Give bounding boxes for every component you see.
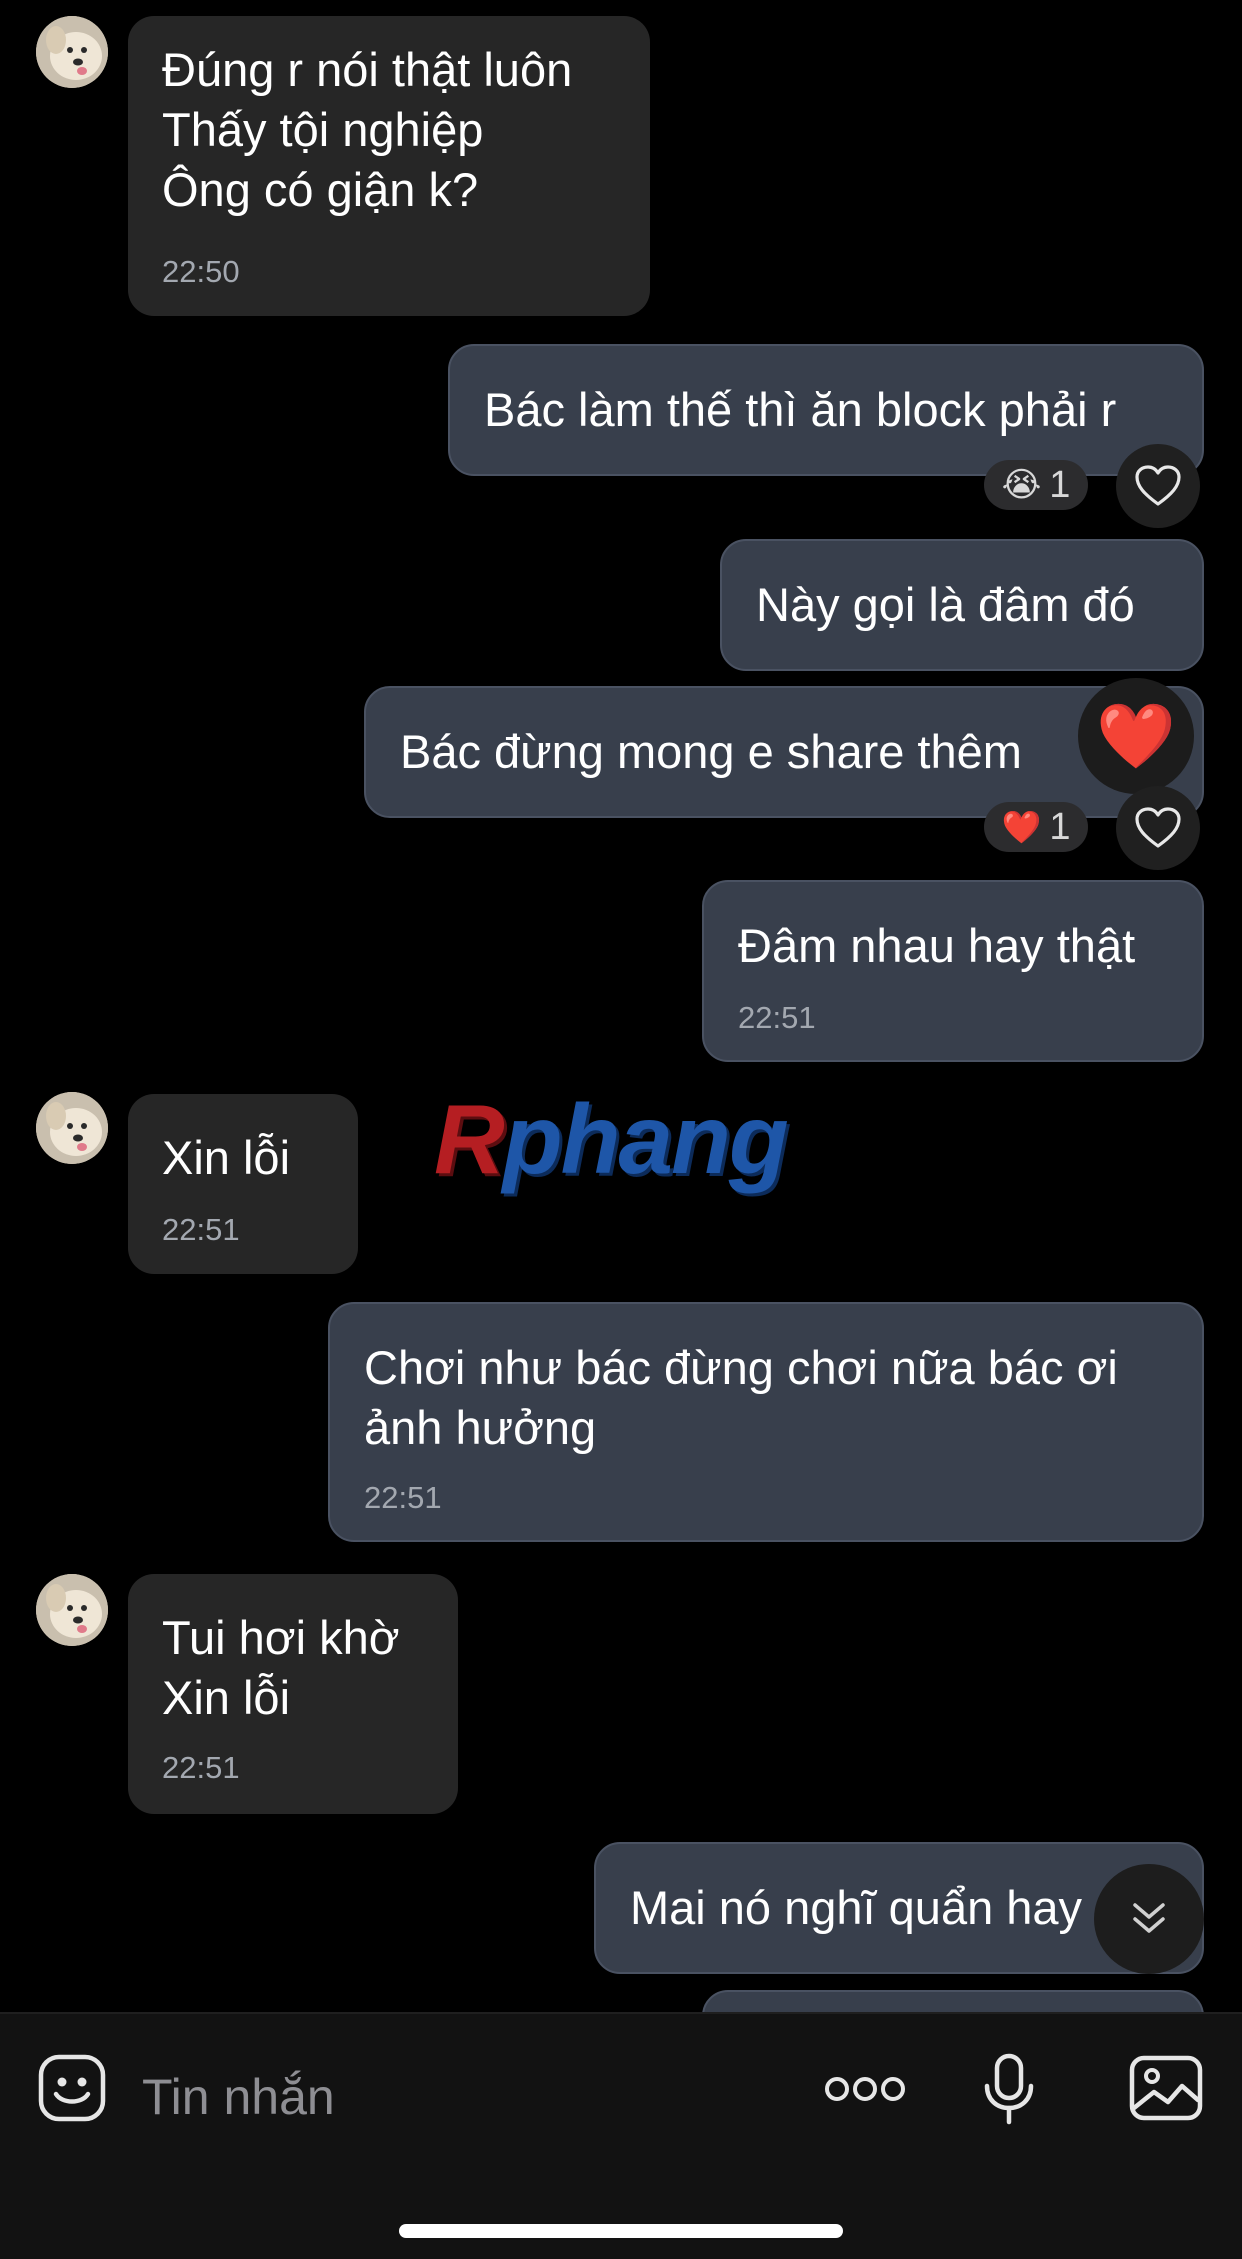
react-heart-button[interactable] bbox=[1116, 786, 1200, 870]
microphone-button[interactable] bbox=[976, 2050, 1042, 2130]
message-text: Bác đừng mong e share thêm bbox=[400, 725, 1022, 778]
avatar[interactable] bbox=[36, 1092, 108, 1164]
message-text: Xin lỗi bbox=[162, 1131, 291, 1184]
message-text: Chơi như bác đừng chơi nữa bác ơi ảnh hư… bbox=[364, 1341, 1118, 1454]
reaction-count: 1 bbox=[1049, 463, 1071, 506]
outgoing-message[interactable]: Bác đừng mong e share thêm bbox=[364, 686, 1204, 818]
home-indicator bbox=[399, 2224, 843, 2238]
message-time: 22:50 bbox=[162, 254, 240, 289]
message-text: Bác làm thế thì ăn block phải r bbox=[484, 383, 1117, 436]
more-options-button[interactable] bbox=[820, 2064, 910, 2114]
message-text: Đúng r nói thật luôn Thấy tội nghiệp Ông… bbox=[162, 43, 573, 216]
incoming-message[interactable]: Tui hơi khờ Xin lỗi 22:51 bbox=[128, 1574, 458, 1814]
message-list[interactable]: Đúng r nói thật luôn Thấy tội nghiệp Ông… bbox=[0, 0, 1242, 2012]
incoming-message[interactable]: Xin lỗi 22:51 bbox=[128, 1094, 358, 1274]
outgoing-message[interactable]: Bác làm thế thì ăn block phải r bbox=[448, 344, 1204, 476]
message-text: Mai nó nghĩ quẩn hay bbox=[630, 1881, 1083, 1934]
scroll-to-bottom-button[interactable] bbox=[1094, 1864, 1204, 1974]
dog-avatar-icon bbox=[36, 1092, 108, 1164]
chat-screen: Đúng r nói thật luôn Thấy tội nghiệp Ông… bbox=[0, 0, 1242, 2259]
message-time: 22:51 bbox=[162, 1212, 240, 1247]
reaction-count: 1 bbox=[1049, 805, 1071, 848]
reaction-pill[interactable]: 😭 1 bbox=[984, 460, 1088, 510]
incoming-message[interactable]: Đúng r nói thật luôn Thấy tội nghiệp Ông… bbox=[128, 16, 650, 316]
message-time: 22:51 bbox=[364, 1480, 442, 1515]
avatar[interactable] bbox=[36, 16, 108, 88]
message-text: Tui hơi khờ Xin lỗi bbox=[162, 1611, 400, 1724]
cry-emoji-icon: 😭 bbox=[1001, 466, 1042, 504]
message-text: Đâm nhau hay thật bbox=[738, 919, 1136, 972]
more-dots-icon bbox=[825, 2077, 905, 2101]
image-button[interactable] bbox=[1124, 2050, 1208, 2126]
outgoing-message[interactable]: Chơi như bác đừng chơi nữa bác ơi ảnh hư… bbox=[328, 1302, 1204, 1542]
message-time: 22:51 bbox=[738, 1000, 816, 1035]
image-icon bbox=[1129, 2055, 1203, 2121]
message-text: Này gọi là đâm đó bbox=[756, 578, 1135, 631]
red-heart-icon: ❤️ bbox=[1096, 700, 1176, 772]
message-input-bar: Tin nhắn bbox=[0, 2012, 1242, 2259]
sticker-icon bbox=[38, 2054, 106, 2122]
double-chevron-down-icon bbox=[1133, 1903, 1165, 1933]
message-input[interactable]: Tin nhắn bbox=[142, 2068, 335, 2126]
react-heart-button[interactable] bbox=[1116, 444, 1200, 528]
watermark-logo: Rphang bbox=[434, 1084, 789, 1194]
dog-avatar-icon bbox=[36, 16, 108, 88]
outgoing-message[interactable] bbox=[702, 1990, 1204, 2012]
sticker-button[interactable] bbox=[34, 2050, 110, 2126]
red-heart-emoji-icon: ❤️ bbox=[1001, 809, 1042, 845]
microphone-icon bbox=[984, 2053, 1034, 2125]
avatar[interactable] bbox=[36, 1574, 108, 1646]
outgoing-message[interactable]: Này gọi là đâm đó bbox=[720, 539, 1204, 671]
reaction-pill[interactable]: ❤️ 1 bbox=[984, 802, 1088, 852]
dog-avatar-icon bbox=[36, 1574, 108, 1646]
reaction-overlay[interactable]: ❤️ bbox=[1078, 678, 1194, 794]
message-time: 22:51 bbox=[162, 1750, 240, 1785]
heart-outline-icon bbox=[1135, 807, 1181, 848]
heart-outline-icon bbox=[1135, 465, 1181, 506]
outgoing-message[interactable]: Đâm nhau hay thật 22:51 bbox=[702, 880, 1204, 1062]
